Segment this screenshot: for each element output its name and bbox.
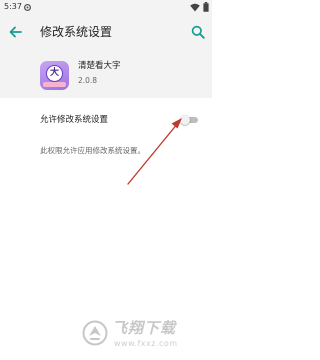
watermark-title: 飞翔下载 (112, 319, 177, 337)
toggle-thumb (180, 115, 190, 125)
app-bar: 修改系统设置 (0, 14, 212, 50)
app-name: 清楚看大字 (78, 61, 121, 71)
back-button[interactable] (6, 23, 24, 41)
status-bar: 5:37 (0, 0, 212, 14)
search-icon (191, 25, 205, 39)
watermark-url: www.fxxz.com (114, 339, 178, 348)
wifi-icon (190, 3, 200, 11)
status-icons (190, 2, 209, 12)
watermark: 飞翔下载 www.fxxz.com (82, 318, 210, 356)
battery-icon (203, 2, 209, 12)
permission-row[interactable]: 允许修改系统设置 (0, 98, 212, 142)
search-button[interactable] (189, 23, 207, 41)
permission-label: 允许修改系统设置 (40, 115, 109, 125)
settings-icon (23, 3, 32, 12)
watermark-logo-icon (82, 320, 108, 346)
status-time: 5:37 (4, 2, 22, 11)
app-icon-badge: 大 (46, 65, 63, 82)
app-header: 大 清楚看大字 2.0.8 (0, 50, 212, 98)
permission-toggle[interactable] (180, 115, 200, 125)
arrow-back-icon (9, 26, 22, 38)
page-title: 修改系统设置 (40, 25, 113, 39)
permission-description: 此权限允许应用修改系统设置。 (40, 146, 145, 155)
app-icon: 大 (40, 61, 69, 90)
app-icon-strip (43, 82, 66, 87)
app-version: 2.0.8 (78, 76, 98, 85)
